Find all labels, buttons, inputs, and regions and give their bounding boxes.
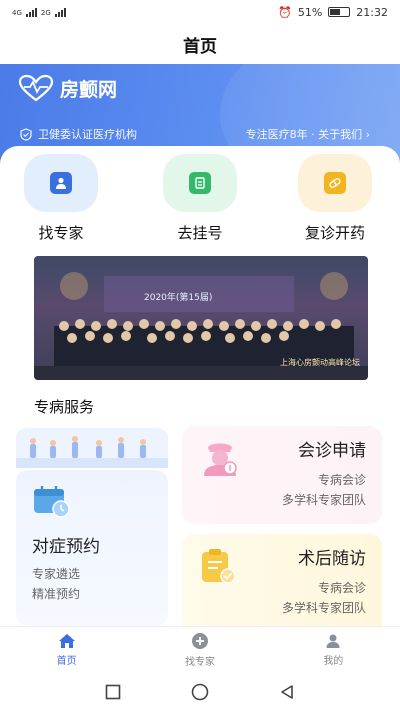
battery-percent: 51% (297, 5, 323, 19)
tab-profile[interactable]: 我的 (267, 627, 400, 672)
section-title: 专病服务 (34, 398, 95, 416)
photo-caption-2: 上海心房颤动高峰论坛 (280, 358, 360, 367)
tab-find-expert-label: 找专家 (184, 656, 215, 668)
clock: 21:32 (356, 5, 388, 19)
tab-home[interactable]: 首页 (0, 627, 133, 672)
tab-find-expert[interactable]: 找专家 (133, 627, 266, 672)
main-content: 找专家 去挂号 复诊开药 2020年(第15届) 上海心房颤动高峰论坛 专病服务… (0, 146, 400, 634)
home-icon (58, 633, 75, 648)
heart-pulse-icon (18, 74, 54, 102)
waiting-room-icon (16, 436, 168, 468)
photo-caption: 2020年(第15届) (144, 293, 213, 303)
certification-line: 卫健委认证医疗机构 (20, 126, 137, 142)
certification-text: 卫健委认证医疗机构 (38, 128, 137, 141)
home-button-icon[interactable] (191, 683, 209, 701)
signal-bars-icon (25, 7, 37, 17)
page-title: 首页 (0, 24, 400, 64)
followup-card-line2: 多学科专家团队 (281, 601, 366, 615)
consult-card-line2: 多学科专家团队 (281, 493, 366, 507)
brand-logo[interactable]: 房颤网 (18, 74, 117, 102)
quick-label-register: 去挂号 (177, 224, 223, 242)
forum-photo-banner[interactable]: 2020年(第15届) 上海心房颤动高峰论坛 (34, 256, 368, 380)
shield-check-icon (20, 127, 32, 141)
clipboard-check-icon (202, 549, 236, 584)
followup-card[interactable]: 术后随访 专病会诊 多学科专家团队 (182, 534, 382, 634)
quick-refill[interactable]: 复诊开药 (280, 154, 390, 243)
find-expert-icon-bg (24, 154, 98, 212)
consult-card-title: 会诊申请 (298, 441, 366, 461)
plus-circle-icon (191, 632, 208, 649)
battery-icon (328, 7, 351, 17)
user-icon (326, 634, 340, 648)
bottom-tab-bar: 首页 找专家 我的 (0, 626, 400, 672)
tab-home-label: 首页 (56, 655, 77, 667)
calendar-clock-icon (34, 486, 70, 518)
quick-actions: 找专家 去挂号 复诊开药 (0, 154, 400, 246)
followup-card-line1: 专病会诊 (317, 581, 366, 595)
recent-apps-icon[interactable] (105, 684, 121, 700)
quick-label-refill: 复诊开药 (304, 224, 365, 242)
clinic-illustration (16, 428, 168, 468)
followup-card-title: 术后随访 (298, 549, 366, 569)
about-us-link[interactable]: 专注医疗8年 · 关于我们 › (246, 126, 370, 142)
tab-profile-label: 我的 (323, 655, 344, 667)
doctor-icon (50, 172, 72, 194)
symptom-card-title: 对症预约 (32, 537, 100, 557)
network-type-label-2: 2G (40, 9, 51, 17)
symptom-card-line1: 专家遴选 (32, 567, 81, 581)
brand-name: 房颤网 (60, 78, 118, 101)
symptom-card-line2: 精准预约 (32, 587, 81, 601)
system-nav-bar (0, 672, 400, 711)
status-right: ⏰ 51% 21:32 (278, 6, 388, 19)
network-type-label: 4G (12, 9, 22, 17)
alarm-icon: ⏰ (278, 5, 292, 19)
register-icon-bg (163, 154, 237, 212)
nurse-icon (204, 443, 237, 476)
refill-icon-bg (298, 154, 372, 212)
pill-icon (324, 172, 346, 194)
signal-group: 4G 2G (12, 7, 66, 17)
back-icon[interactable] (279, 684, 295, 700)
quick-label-find-expert: 找专家 (38, 224, 84, 242)
signal-bars-icon-2 (54, 7, 66, 17)
consultation-card[interactable]: 会诊申请 专病会诊 多学科专家团队 (182, 426, 382, 524)
consult-card-line1: 专病会诊 (317, 473, 366, 487)
quick-find-expert[interactable]: 找专家 (6, 154, 116, 243)
register-icon (189, 172, 211, 194)
symptom-appointment-card[interactable]: 对症预约 专家遴选 精准预约 (16, 470, 168, 626)
status-bar: 4G 2G ⏰ 51% 21:32 (0, 0, 400, 24)
quick-register[interactable]: 去挂号 (145, 154, 255, 243)
